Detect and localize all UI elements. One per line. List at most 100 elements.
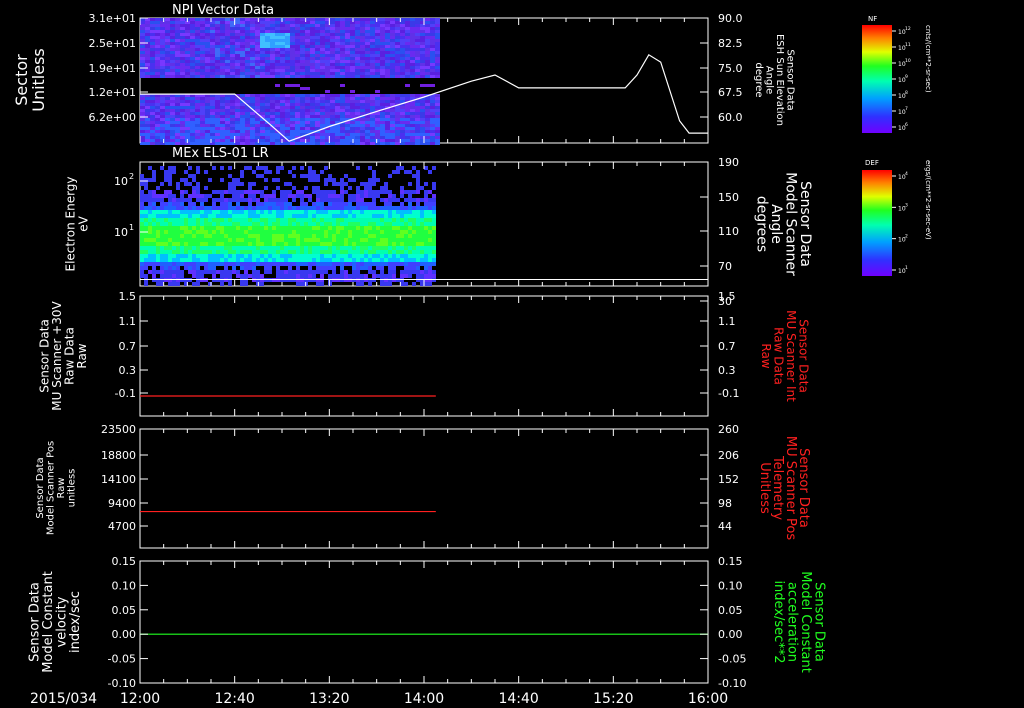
heatmap-cell	[244, 250, 248, 254]
heatmap-cell	[348, 214, 352, 218]
heatmap-cell	[172, 250, 176, 254]
heatmap-cell	[165, 106, 170, 109]
heatmap-cell	[185, 57, 190, 60]
heatmap-cell	[316, 246, 320, 250]
heatmap-cell	[365, 121, 370, 124]
heatmap-cell	[335, 54, 340, 57]
heatmap-cell	[180, 130, 185, 133]
heatmap-cell	[425, 48, 430, 51]
heatmap-cell	[288, 222, 292, 226]
heatmap-cell	[188, 238, 192, 242]
heatmap-cell	[340, 54, 345, 57]
heatmap-cell	[304, 202, 308, 206]
heatmap-cell	[428, 278, 432, 282]
heatmap-cell	[235, 112, 240, 115]
heatmap-cell	[264, 186, 268, 190]
heatmap-cell	[384, 242, 388, 246]
heatmap-cell	[284, 226, 288, 230]
heatmap-cell	[272, 194, 276, 198]
heatmap-cell	[424, 194, 428, 198]
heatmap-cell	[195, 24, 200, 27]
heatmap-cell	[375, 118, 380, 121]
heatmap-cell	[200, 115, 205, 118]
heatmap-cell	[425, 112, 430, 115]
heatmap-cell	[412, 198, 416, 202]
heatmap-cell	[156, 282, 160, 286]
heatmap-cell	[205, 54, 210, 57]
heatmap-cell	[275, 42, 280, 45]
heatmap-cell	[225, 18, 230, 21]
heatmap-cell	[184, 170, 188, 174]
heatmap-cell	[232, 254, 236, 258]
heatmap-cell	[360, 100, 365, 103]
heatmap-cell	[232, 262, 236, 266]
heatmap-cell	[308, 174, 312, 178]
heatmap-cell	[280, 94, 285, 97]
heatmap-cell	[210, 36, 215, 39]
heatmap-cell	[335, 118, 340, 121]
heatmap-cell	[230, 54, 235, 57]
heatmap-cell	[376, 218, 380, 222]
heatmap-cell	[288, 262, 292, 266]
heatmap-cell	[150, 103, 155, 106]
heatmap-cell	[348, 178, 352, 182]
heatmap-cell	[352, 206, 356, 210]
heatmap-cell	[240, 121, 245, 124]
heatmap-cell	[408, 270, 412, 274]
heatmap-cell	[205, 139, 210, 142]
heatmap-cell	[220, 124, 225, 127]
heatmap-cell	[165, 48, 170, 51]
heatmap-cell	[368, 190, 372, 194]
heatmap-cell	[395, 48, 400, 51]
heatmap-cell	[140, 45, 145, 48]
heatmap-cell	[168, 266, 172, 270]
heatmap-cell	[185, 75, 190, 78]
heatmap-cell	[268, 218, 272, 222]
heatmap-cell	[170, 103, 175, 106]
heatmap-cell	[300, 57, 305, 60]
heatmap-cell	[292, 230, 296, 234]
heatmap-cell	[316, 198, 320, 202]
heatmap-cell	[264, 194, 268, 198]
heatmap-cell	[292, 262, 296, 266]
heatmap-cell	[175, 121, 180, 124]
heatmap-cell	[435, 127, 440, 130]
heatmap-cell	[368, 262, 372, 266]
heatmap-cell	[284, 278, 288, 282]
heatmap-cell	[145, 142, 150, 145]
heatmap-cell	[145, 100, 150, 103]
heatmap-cell	[364, 250, 368, 254]
heatmap-cell	[290, 94, 295, 97]
heatmap-cell	[255, 51, 260, 54]
heatmap-cell	[180, 45, 185, 48]
heatmap-cell	[272, 210, 276, 214]
heatmap-cell	[230, 115, 235, 118]
heatmap-cell	[365, 124, 370, 127]
heatmap-cell	[296, 190, 300, 194]
heatmap-cell	[316, 254, 320, 258]
heatmap-cell	[150, 69, 155, 72]
heatmap-cell	[208, 242, 212, 246]
heatmap-cell	[300, 234, 304, 238]
heatmap-cell	[195, 139, 200, 142]
heatmap-cell	[140, 133, 145, 136]
heatmap-cell	[195, 54, 200, 57]
heatmap-cell	[332, 262, 336, 266]
heatmap-cell	[256, 198, 260, 202]
heatmap-cell	[260, 274, 264, 278]
heatmap-cell	[175, 18, 180, 21]
heatmap-cell	[188, 270, 192, 274]
heatmap-cell	[210, 127, 215, 130]
left-axis-label-velocity: Sensor DataModel Constantvelocityindex/s…	[27, 571, 83, 673]
heatmap-cell	[152, 266, 156, 270]
heatmap-cell	[188, 198, 192, 202]
heatmap-cell	[245, 18, 250, 21]
heatmap-cell	[348, 246, 352, 250]
heatmap-cell	[215, 48, 220, 51]
heatmap-cell	[172, 254, 176, 258]
heatmap-cell	[316, 242, 320, 246]
heatmap-cell	[395, 18, 400, 21]
heatmap-cell	[308, 166, 312, 170]
heatmap-cell	[260, 69, 265, 72]
heatmap-cell	[425, 36, 430, 39]
